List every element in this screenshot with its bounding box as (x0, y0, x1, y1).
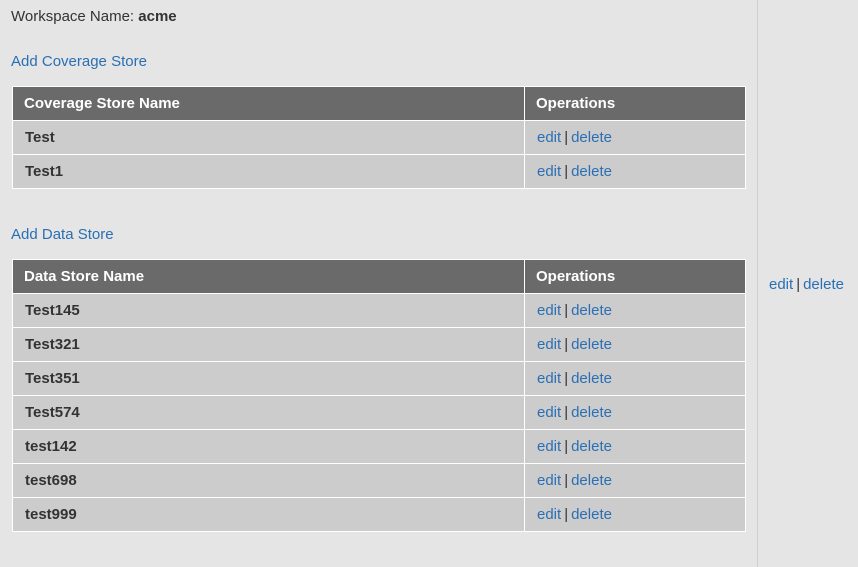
store-name: Test1 (12, 154, 525, 189)
table-row: test698 edit | delete (12, 463, 746, 498)
table-row: Test351 edit | delete (12, 361, 746, 396)
store-name: Test351 (12, 361, 525, 396)
table-row: Test145 edit | delete (12, 293, 746, 328)
coverage-store-table: Coverage Store Name Operations Test edit… (12, 86, 746, 189)
delete-link[interactable]: delete (571, 302, 612, 319)
store-name: test999 (12, 497, 525, 532)
separator: | (564, 336, 569, 353)
operations-cell: edit | delete (524, 327, 746, 362)
store-name: Test321 (12, 327, 525, 362)
operations-cell: edit | delete (524, 361, 746, 396)
separator: | (564, 370, 569, 387)
edit-link[interactable]: edit (537, 163, 561, 180)
delete-link[interactable]: delete (571, 163, 612, 180)
workspace-label: Workspace Name: (11, 8, 135, 25)
table-row: Test1 edit | delete (12, 154, 746, 189)
add-data-store-link[interactable]: Add Data Store (11, 226, 114, 244)
edit-link[interactable]: edit (537, 438, 561, 455)
operations-cell: edit | delete (524, 497, 746, 532)
table-row: Test edit | delete (12, 120, 746, 155)
operations-cell: edit | delete (524, 429, 746, 464)
delete-link[interactable]: delete (803, 276, 844, 293)
table-row: Test321 edit | delete (12, 327, 746, 362)
delete-link[interactable]: delete (571, 472, 612, 489)
store-name: Test574 (12, 395, 525, 430)
main-content: Workspace Name: acme Add Coverage Store … (0, 0, 757, 567)
column-header-name: Coverage Store Name (12, 86, 525, 121)
store-name: Test (12, 120, 525, 155)
store-name: test698 (12, 463, 525, 498)
separator: | (564, 506, 569, 523)
delete-link[interactable]: delete (571, 506, 612, 523)
delete-link[interactable]: delete (571, 404, 612, 421)
workspace-name: Workspace Name: acme (11, 8, 177, 26)
column-header-operations: Operations (524, 86, 746, 121)
separator: | (564, 404, 569, 421)
edit-link[interactable]: edit (537, 506, 561, 523)
edit-link[interactable]: edit (537, 404, 561, 421)
column-header-name: Data Store Name (12, 259, 525, 294)
page: Workspace Name: acme Add Coverage Store … (0, 0, 858, 567)
edit-link[interactable]: edit (537, 472, 561, 489)
separator: | (564, 302, 569, 319)
operations-cell: edit | delete (524, 293, 746, 328)
operations-cell: edit | delete (524, 395, 746, 430)
edit-link[interactable]: edit (537, 336, 561, 353)
table-header-row: Data Store Name Operations (12, 259, 746, 294)
separator: | (564, 438, 569, 455)
delete-link[interactable]: delete (571, 336, 612, 353)
edit-link[interactable]: edit (537, 370, 561, 387)
table-row: test999 edit | delete (12, 497, 746, 532)
add-coverage-store-link[interactable]: Add Coverage Store (11, 53, 147, 71)
delete-link[interactable]: delete (571, 129, 612, 146)
column-header-operations: Operations (524, 259, 746, 294)
separator: | (796, 276, 801, 293)
delete-link[interactable]: delete (571, 370, 612, 387)
operations-cell: edit | delete (524, 154, 746, 189)
operations-cell: edit | delete (524, 463, 746, 498)
data-store-table: Data Store Name Operations Test145 edit |… (12, 259, 746, 532)
edit-link[interactable]: edit (537, 129, 561, 146)
separator: | (564, 472, 569, 489)
store-name: Test145 (12, 293, 525, 328)
separator: | (564, 129, 569, 146)
table-header-row: Coverage Store Name Operations (12, 86, 746, 121)
separator: | (564, 163, 569, 180)
workspace-value: acme (138, 8, 177, 25)
operations-cell: edit | delete (524, 120, 746, 155)
store-name: test142 (12, 429, 525, 464)
side-panel: edit | delete (757, 0, 858, 567)
edit-link[interactable]: edit (769, 276, 793, 293)
edit-link[interactable]: edit (537, 302, 561, 319)
side-operations: edit | delete (769, 276, 844, 294)
table-row: test142 edit | delete (12, 429, 746, 464)
delete-link[interactable]: delete (571, 438, 612, 455)
table-row: Test574 edit | delete (12, 395, 746, 430)
